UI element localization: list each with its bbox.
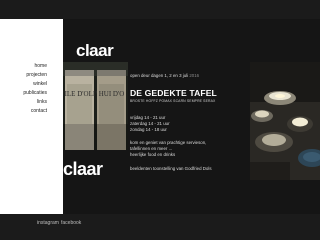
exhibition-credit: beeldenten toonstelling van Godfried Dol… (130, 166, 212, 171)
nav-item-publicaties[interactable]: publicaties (0, 89, 47, 98)
nav-item-links[interactable]: links (0, 98, 47, 107)
hours-sunday: zondag 14 - 18 uur (130, 127, 167, 133)
description-line: heerlijke food en drinks (130, 152, 176, 157)
opening-hours: vrijdag 14 - 21 uur zaterdag 14 - 21 uur… (130, 115, 170, 134)
event-brands: BROSTE HOFFZ POMAX SCARN SEMPRE SERAX (130, 99, 216, 103)
open-days-year: 2016 (189, 73, 200, 78)
top-bar (0, 0, 320, 19)
jar-label-2: HUI D'O (99, 90, 125, 98)
facebook-link[interactable]: facebook (61, 220, 81, 226)
event-description: kom en geniet van prachtige servieson, t… (130, 140, 206, 158)
main-nav: home projecten winkel publicaties links … (0, 62, 47, 116)
nav-item-home[interactable]: home (0, 62, 47, 71)
site-logo[interactable]: claar (76, 42, 114, 59)
open-days-line: open deur dagen 1, 2 en 3 juli 2016 (130, 73, 199, 78)
hero-logo: claar (63, 159, 103, 179)
event-panel: open deur dagen 1, 2 en 3 juli 2016 DE G… (130, 62, 248, 182)
nav-item-contact[interactable]: contact (0, 107, 47, 116)
nav-item-projecten[interactable]: projecten (0, 71, 47, 80)
jars-photo: HUILE D'OLIVE HUI D'O (63, 62, 128, 150)
event-title: DE GEDEKTE TAFEL (130, 88, 217, 98)
instagram-link[interactable]: instagram (37, 220, 59, 226)
nav-item-winkel[interactable]: winkel (0, 80, 47, 89)
footer-bar (0, 214, 320, 240)
open-days-text: open deur dagen 1, 2 en 3 juli (130, 73, 189, 78)
table-setting-photo (250, 62, 320, 180)
